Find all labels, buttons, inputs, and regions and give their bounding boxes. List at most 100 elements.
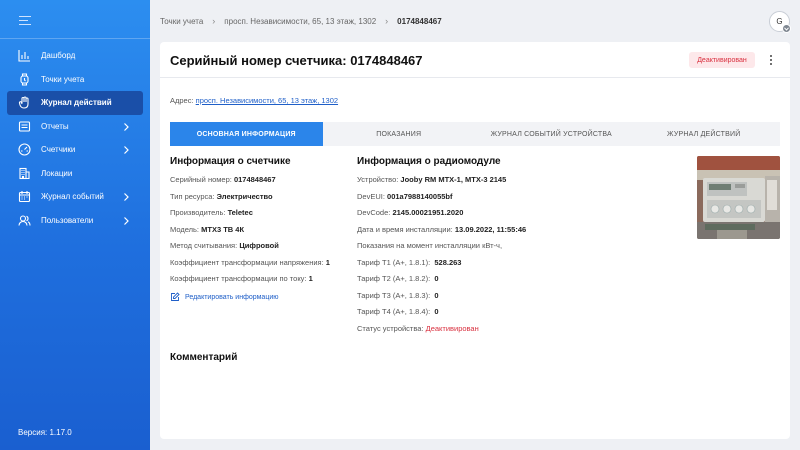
row-value: 0: [434, 307, 439, 316]
row-value: 0: [434, 290, 439, 300]
info-row: Показания на момент инсталляции кВт-ч,: [357, 241, 526, 258]
calendar-icon: [18, 190, 31, 203]
chevron-right-icon: [124, 122, 129, 131]
sidebar-item-label: Точки учета: [41, 74, 85, 84]
row-value: 0: [434, 274, 439, 283]
sidebar-item-dashboard[interactable]: Дашборд: [0, 44, 150, 68]
sidebar-item-users[interactable]: Пользователи: [0, 209, 150, 233]
device-status-value: Деактивирован: [425, 323, 479, 333]
avatar[interactable]: G: [769, 11, 791, 33]
row-value: МТХ3 ТВ 4К: [201, 224, 245, 234]
row-label: Тариф Т2 (A+, 1.8.2):: [357, 274, 431, 283]
row-value: Jooby RM MTX-1, MTX-3 2145: [400, 175, 507, 184]
row-label: Тариф Т4 (A+, 1.8.4):: [357, 307, 431, 316]
breadcrumb: Точки учета › просп. Независимости, 65, …: [160, 15, 442, 27]
tab-bar: ОСНОВНАЯ ИНФОРМАЦИЯ ПОКАЗАНИЯ ЖУРНАЛ СОБ…: [170, 122, 780, 146]
meter-card: Серийный номер счетчика: 0174848467 Деак…: [160, 42, 790, 439]
card-header: Серийный номер счетчика: 0174848467 Деак…: [160, 42, 790, 78]
sidebar-divider: [0, 38, 150, 39]
info-row: Статус устройства: Деактивирован: [357, 324, 526, 341]
tab-action-log[interactable]: ЖУРНАЛ ДЕЙСТВИЙ: [628, 122, 781, 146]
row-label: Серийный номер:: [170, 175, 232, 184]
meter-info-title: Информация о счетчике: [170, 156, 291, 167]
info-row: Устройство: Jooby RM MTX-1, MTX-3 2145: [357, 175, 526, 192]
chevron-right-icon: [124, 146, 129, 154]
watch-icon: [18, 73, 31, 86]
breadcrumb-item-points[interactable]: Точки учета: [160, 17, 203, 26]
sidebar-item-event-log[interactable]: Журнал событий: [0, 185, 150, 209]
more-options-icon[interactable]: [765, 53, 777, 67]
info-row: Тариф Т2 (A+, 1.8.2): 0: [357, 274, 526, 291]
info-row: Коэффициент трансформации напряжения: 1: [170, 258, 330, 275]
chevron-down-icon: [782, 24, 791, 33]
comment-title: Комментарий: [170, 352, 238, 363]
sidebar-item-locations[interactable]: Локации: [0, 162, 150, 186]
tab-device-event-log[interactable]: ЖУРНАЛ СОБЫТИЙ УСТРОЙСТВА: [475, 122, 628, 146]
info-row: DevCode: 2145.00021951.2020: [357, 208, 526, 225]
row-value: 1: [325, 257, 330, 267]
report-icon: [18, 120, 31, 133]
row-value: 0174848467: [233, 175, 276, 184]
edit-info-button[interactable]: Редактировать информацию: [170, 292, 279, 302]
address-label: Адрес:: [170, 96, 194, 105]
row-value: Цифровой: [239, 241, 279, 250]
row-label: Производитель:: [170, 208, 226, 217]
chevron-right-icon: [124, 193, 129, 201]
row-value: 2145.00021951.2020: [392, 208, 464, 217]
row-label: Тип ресурса:: [170, 191, 215, 201]
radio-info-title: Информация о радиомодуле: [357, 156, 501, 167]
sidebar-item-label: Отчеты: [41, 121, 69, 131]
sidebar-item-label: Пользователи: [41, 215, 94, 225]
info-row: Дата и время инсталляции: 13.09.2022, 11…: [357, 225, 526, 242]
row-label: Модель:: [170, 224, 200, 234]
tab-readings[interactable]: ПОКАЗАНИЯ: [323, 122, 476, 146]
sidebar-item-label: Счетчики: [41, 145, 76, 155]
sidebar-item-label: Журнал событий: [41, 192, 104, 202]
building-icon: [18, 167, 31, 180]
row-value: 001a7988140055bf: [387, 191, 453, 201]
row-label: Коэффициент трансформации напряжения:: [170, 257, 324, 267]
tab-main-info[interactable]: ОСНОВНАЯ ИНФОРМАЦИЯ: [170, 122, 323, 146]
sidebar-item-action-log[interactable]: Журнал действий: [7, 91, 143, 115]
info-row: Модель: МТХ3 ТВ 4К: [170, 225, 330, 242]
sidebar-item-reports[interactable]: Отчеты: [0, 115, 150, 139]
row-label: Дата и время инсталляции:: [357, 224, 453, 234]
info-row: Метод считывания: Цифровой: [170, 241, 330, 258]
breadcrumb-separator-icon: ›: [385, 16, 389, 26]
info-row: DevEUI: 001a7988140055bf: [357, 192, 526, 209]
info-row: Тип ресурса: Электричество: [170, 192, 330, 209]
row-value: Электричество: [216, 191, 273, 201]
radio-info-list: Устройство: Jooby RM MTX-1, MTX-3 2145 D…: [357, 175, 526, 340]
info-row: Тариф Т3 (A+, 1.8.3): 0: [357, 291, 526, 308]
address-link[interactable]: просп. Независимости, 65, 13 этаж, 1302: [196, 96, 338, 105]
chevron-right-icon: [124, 216, 129, 225]
breadcrumb-separator-icon: ›: [212, 16, 216, 26]
gauge-icon: [18, 143, 31, 156]
row-label: Метод считывания:: [170, 241, 238, 250]
row-value: 528.263: [434, 257, 462, 267]
row-label: Тариф Т1 (A+, 1.8.1):: [357, 257, 431, 267]
info-row: Серийный номер: 0174848467: [170, 175, 330, 192]
row-label: Тариф Т3 (A+, 1.8.3):: [357, 290, 431, 300]
breadcrumb-item-current: 0174848467: [397, 16, 442, 26]
row-label: Коэффициент трансформации по току:: [170, 274, 307, 283]
sidebar-item-label: Дашборд: [41, 51, 76, 61]
device-photo: [697, 156, 780, 239]
info-row: Тариф Т1 (A+, 1.8.1): 528.263: [357, 258, 526, 275]
meter-info-list: Серийный номер: 0174848467 Тип ресурса: …: [170, 175, 330, 291]
row-value: 13.09.2022, 11:55:46: [454, 224, 527, 234]
users-icon: [18, 214, 31, 227]
menu-toggle-icon[interactable]: [19, 16, 31, 26]
row-label: Устройство:: [357, 175, 399, 184]
sidebar-item-label: Локации: [41, 168, 73, 178]
chart-icon: [18, 49, 31, 62]
sidebar-item-label: Журнал действий: [41, 98, 112, 108]
edit-icon: [171, 292, 180, 301]
sidebar-item-meters[interactable]: Счетчики: [0, 138, 150, 162]
breadcrumb-item-address[interactable]: просп. Независимости, 65, 13 этаж, 1302: [224, 17, 376, 26]
edit-info-label: Редактировать информацию: [185, 293, 279, 301]
info-row: Производитель: Teletec: [170, 208, 330, 225]
hand-icon: [18, 96, 31, 109]
avatar-initial: G: [776, 17, 783, 26]
sidebar-item-points[interactable]: Точки учета: [0, 68, 150, 92]
